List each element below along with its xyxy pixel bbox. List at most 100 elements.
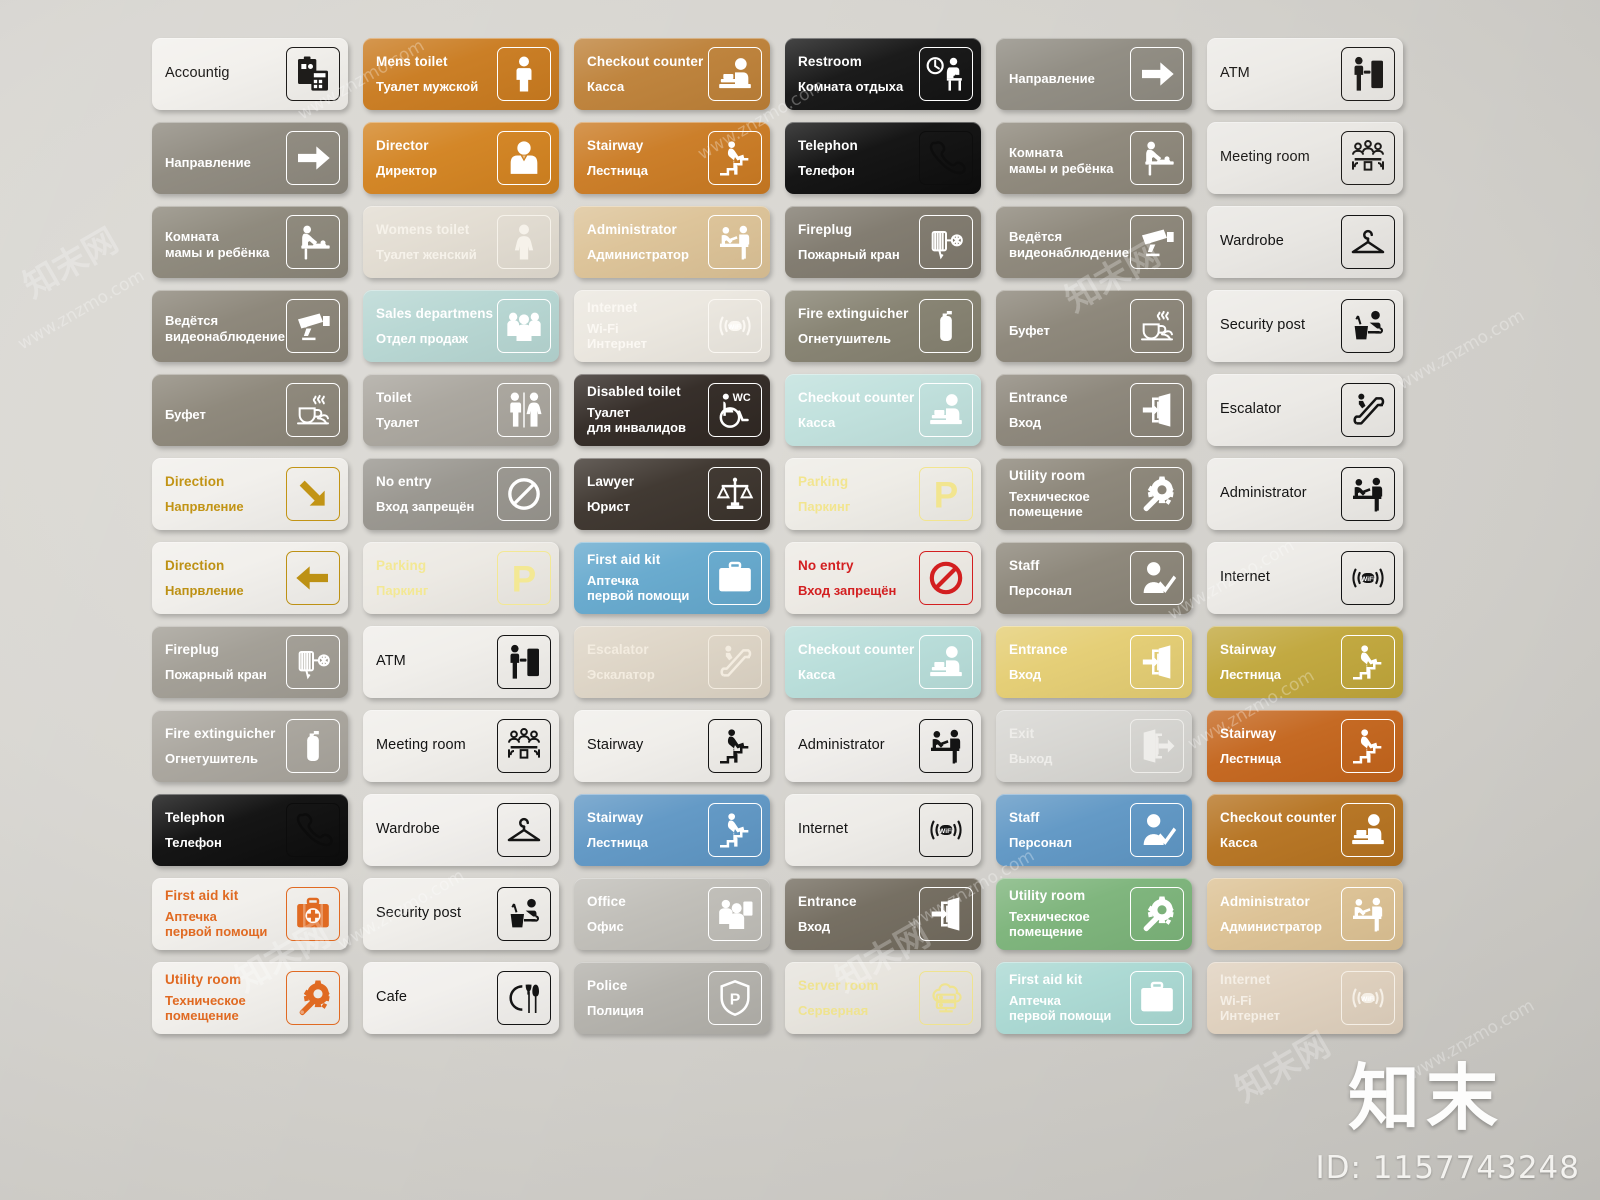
sign-plate[interactable]: Meeting room [1207, 122, 1403, 194]
sign-plate[interactable]: Administrator [785, 710, 981, 782]
sign-plate[interactable]: Буфет [152, 374, 348, 446]
sign-plate[interactable]: Буфет [996, 290, 1192, 362]
sign-plate[interactable]: Direction Напрвление [152, 542, 348, 614]
sign-plate[interactable]: Telephon Телефон [785, 122, 981, 194]
sign-plate[interactable]: Restroom Комната отдыха [785, 38, 981, 110]
plate-label-en: ATM [1220, 65, 1250, 82]
sign-plate[interactable]: ATM [363, 626, 559, 698]
police-shield-icon: P [708, 971, 762, 1025]
sign-plate[interactable]: Meeting room [363, 710, 559, 782]
plate-label-ru: Буфет [165, 406, 206, 422]
sign-plate[interactable]: Security post [1207, 290, 1403, 362]
sign-plate[interactable]: Entrance Вход [996, 374, 1192, 446]
sign-plate[interactable]: Checkout counter Касса [785, 626, 981, 698]
sign-plate[interactable]: First aid kit Аптечка первой помощи [574, 542, 770, 614]
plate-label-en: Accountig [165, 65, 230, 82]
wifi-icon: WiFi [1341, 971, 1395, 1025]
sign-plate[interactable]: Stairway Лестница [574, 122, 770, 194]
plate-label-ru: Пожарный кран [165, 666, 267, 682]
sign-plate[interactable]: Administrator Администратор [1207, 878, 1403, 950]
sign-plate[interactable]: Womens toilet Туалет женский [363, 206, 559, 278]
sign-plate[interactable]: Checkout counter Касса [785, 374, 981, 446]
sign-plate[interactable]: Security post [363, 878, 559, 950]
sign-plate[interactable]: Administrator [1207, 458, 1403, 530]
plate-text: Checkout counter Касса [587, 54, 703, 94]
sign-plate[interactable]: Escalator Эскалатор [574, 626, 770, 698]
sign-plate[interactable]: Direction Напрвление [152, 458, 348, 530]
sign-plate[interactable]: Fire extinguicher Огнетушитель [785, 290, 981, 362]
sign-plate[interactable]: Stairway Лестница [1207, 626, 1403, 698]
sign-plate[interactable]: Wardrobe [1207, 206, 1403, 278]
sign-plate[interactable]: Staff Персонал [996, 794, 1192, 866]
sign-plate[interactable]: Комната мамы и ребёнка [152, 206, 348, 278]
sign-plate[interactable]: Utility room Техническое помещение [996, 878, 1192, 950]
sign-plate[interactable]: Checkout counter Касса [1207, 794, 1403, 866]
sign-plate[interactable]: Disabled toilet Туалет для инвалидов WC [574, 374, 770, 446]
plate-text: Office Офис [587, 894, 702, 934]
sign-plate[interactable]: Office Офис [574, 878, 770, 950]
sign-plate[interactable]: Utility room Техническое помещение [152, 962, 348, 1034]
sign-plate[interactable]: Комната мамы и ребёнка [996, 122, 1192, 194]
sign-plate[interactable]: Ведётся видеонаблюдение [152, 290, 348, 362]
sign-plate[interactable]: No entry Вход запрещён [363, 458, 559, 530]
sign-plate[interactable]: Internet WiFi [1207, 542, 1403, 614]
sign-plate[interactable]: Entrance Вход [785, 878, 981, 950]
sign-plate[interactable]: Utility room Техническое помещение [996, 458, 1192, 530]
sign-plate[interactable]: Entrance Вход [996, 626, 1192, 698]
sign-plate[interactable]: Parking Паркинг P [363, 542, 559, 614]
sign-plate[interactable]: Направление [996, 38, 1192, 110]
sign-plate[interactable]: Internet Wi-Fi Интернет WiFi [1207, 962, 1403, 1034]
sign-plate[interactable]: Administrator Администратор [574, 206, 770, 278]
sign-plate[interactable]: Направление [152, 122, 348, 194]
sign-plate[interactable]: Stairway Лестница [1207, 710, 1403, 782]
sign-plate[interactable]: Exit Выход [996, 710, 1192, 782]
plate-text: Комната мамы и ребёнка [1009, 140, 1124, 175]
man-icon [497, 47, 551, 101]
plate-label-ru: Комната отдыха [798, 78, 904, 94]
no-entry-icon [497, 467, 551, 521]
sign-plate[interactable]: Fire extinguicher Огнетушитель [152, 710, 348, 782]
sign-plate[interactable]: Internet WiFi [785, 794, 981, 866]
sign-plate[interactable]: First aid kit Аптечка первой помощи [996, 962, 1192, 1034]
plate-text: Mens toilet Туалет мужской [376, 54, 491, 94]
plate-label-ru: Вход [798, 918, 831, 934]
cctv-icon [1130, 215, 1184, 269]
sign-plate[interactable]: Escalator [1207, 374, 1403, 446]
sign-plate[interactable]: ATM [1207, 38, 1403, 110]
plate-label-en: Parking [798, 473, 849, 489]
plate-label-ru: Техническое помещение [1009, 909, 1090, 940]
door-out-icon [1130, 719, 1184, 773]
sign-plate[interactable]: Ведётся видеонаблюдение [996, 206, 1192, 278]
sign-plate[interactable]: No entry Вход запрещён [785, 542, 981, 614]
plate-label-en: First aid kit [587, 552, 661, 568]
sign-plate[interactable]: Wardrobe [363, 794, 559, 866]
plate-label-en: Administrator [798, 737, 885, 754]
sign-plate[interactable]: Server room Серверная [785, 962, 981, 1034]
sign-plate[interactable]: First aid kit Аптечка первой помощи [152, 878, 348, 950]
sign-plate[interactable]: Cafe [363, 962, 559, 1034]
plate-text: Escalator [1220, 401, 1335, 418]
sign-plate[interactable]: Internet Wi-Fi Интернет WiFi [574, 290, 770, 362]
sign-plate[interactable]: Accountig [152, 38, 348, 110]
security-desk-icon [1341, 299, 1395, 353]
sign-plate[interactable]: Mens toilet Туалет мужской [363, 38, 559, 110]
plate-text: Fireplug Пожарный кран [165, 642, 280, 682]
plate-text: Administrator Администратор [1220, 894, 1335, 934]
plate-label-en: Internet [798, 821, 848, 838]
sign-plate[interactable]: Fireplug Пожарный кран [152, 626, 348, 698]
plate-label-en: Stairway [587, 809, 644, 825]
sign-plate[interactable]: Sales departmens Отдел продаж [363, 290, 559, 362]
sign-plate[interactable]: Checkout counter Касса [574, 38, 770, 110]
sign-plate[interactable]: Staff Персонал [996, 542, 1192, 614]
sign-plate[interactable]: Stairway Лестница [574, 794, 770, 866]
sign-plate[interactable]: Telephon Телефон [152, 794, 348, 866]
sign-plate[interactable]: Police Полиция P [574, 962, 770, 1034]
sign-plate[interactable]: Parking Паркинг P [785, 458, 981, 530]
sign-plate[interactable]: Director Директор [363, 122, 559, 194]
plate-text: ATM [376, 653, 491, 670]
sign-plate[interactable]: Lawyer Юрист [574, 458, 770, 530]
sign-plate[interactable]: Toilet Туалет [363, 374, 559, 446]
plate-label-en: Telephon [165, 809, 225, 825]
sign-plate[interactable]: Stairway [574, 710, 770, 782]
sign-plate[interactable]: Fireplug Пожарный кран [785, 206, 981, 278]
